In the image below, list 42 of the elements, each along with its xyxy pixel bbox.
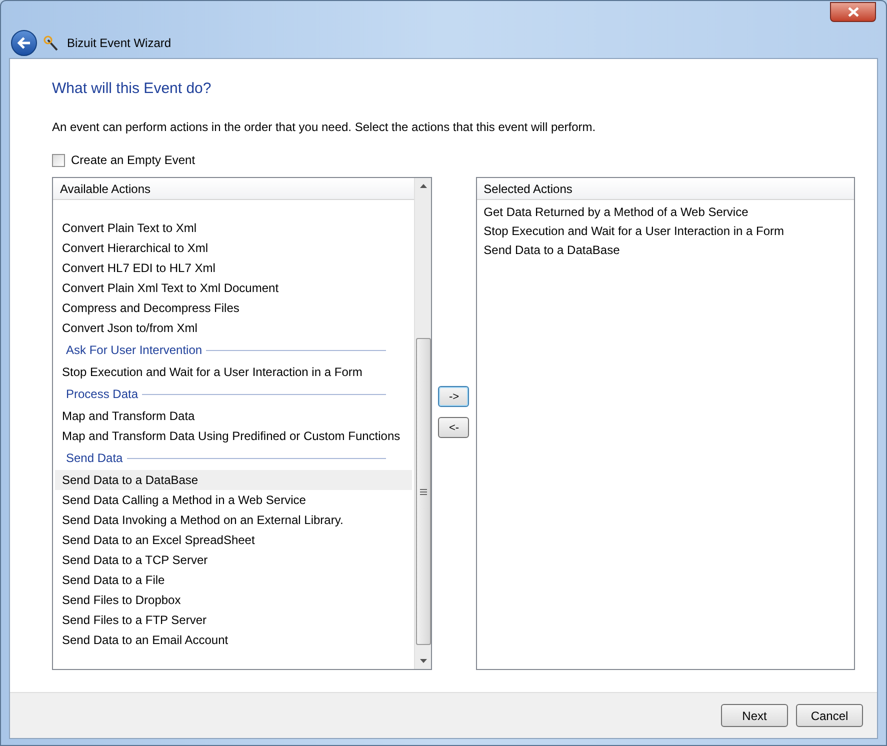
action-item[interactable]: Send Files to Dropbox: [55, 590, 412, 610]
move-button[interactable]: ->: [438, 386, 470, 408]
close-button[interactable]: [830, 2, 876, 22]
scrollbar-thumb[interactable]: [416, 338, 431, 646]
action-item[interactable]: Send Data Invoking a Method on an External Library.: [55, 510, 412, 530]
close-icon: [848, 7, 858, 17]
column-header: Available Actions: [53, 178, 414, 200]
action-item[interactable]: Send Data to an Excel SpreadSheet: [55, 530, 412, 550]
action-item[interactable]: Send Data to a TCP Server: [55, 550, 412, 570]
action-item[interactable]: Send Data to a File: [55, 570, 412, 590]
action-item[interactable]: Map and Transform Data: [55, 406, 412, 426]
grip-icon: [420, 488, 427, 495]
action-item[interactable]: Send Data to an Email Account: [55, 630, 412, 650]
group-header: Process Data: [66, 386, 138, 404]
group-header: Send Data: [66, 450, 123, 468]
action-item[interactable]: Send Data to a DataBase: [55, 470, 412, 490]
wizard-button[interactable]: Cancel: [796, 704, 863, 728]
window-title: Bizuit Event Wizard: [67, 35, 172, 52]
selected-action-item[interactable]: Stop Execution and Wait for a User Interaction in a Form: [476, 221, 854, 240]
action-item[interactable]: Compress and Decompress Files: [55, 298, 412, 318]
group-header: Ask For User Intervention: [66, 342, 202, 360]
action-item[interactable]: Map and Transform Data Using Predifined or Custom Functions: [55, 426, 412, 446]
action-item[interactable]: Send Files to a FTP Server: [55, 610, 412, 630]
action-item[interactable]: Convert Plain Xml Text to Xml Document: [55, 278, 412, 298]
scroll-down-icon: [420, 659, 427, 664]
action-item[interactable]: Send Data Calling a Method in a Web Service: [55, 490, 412, 510]
action-item[interactable]: Convert Plain Text to Xml: [55, 218, 412, 238]
action-item[interactable]: Stop Execution and Wait for a User Interaction in a Form: [55, 362, 412, 382]
back-button[interactable]: [11, 30, 37, 56]
move-button[interactable]: <-: [438, 417, 470, 438]
scroll-up-icon: [420, 184, 427, 188]
action-item[interactable]: Convert Json to/from Xml: [55, 318, 412, 338]
selected-action-item[interactable]: Send Data to a DataBase: [476, 240, 854, 260]
action-item[interactable]: Convert Hierarchical to Xml: [55, 238, 412, 258]
scrollbar[interactable]: [414, 178, 432, 670]
empty-event-checkbox[interactable]: Create an Empty Event: [52, 151, 855, 170]
description-text: An event can perform actions in the order that you need. Select the actions that this event will perform.: [52, 119, 597, 136]
wizard-button[interactable]: Next: [721, 704, 788, 728]
back-arrow-icon: [17, 37, 31, 50]
selected-action-item[interactable]: Get Data Returned by a Method of a Web Service: [476, 202, 854, 222]
action-item[interactable]: Convert HL7 EDI to HL7 Xml: [55, 258, 412, 278]
page-heading: What will this Event do?: [52, 78, 212, 99]
